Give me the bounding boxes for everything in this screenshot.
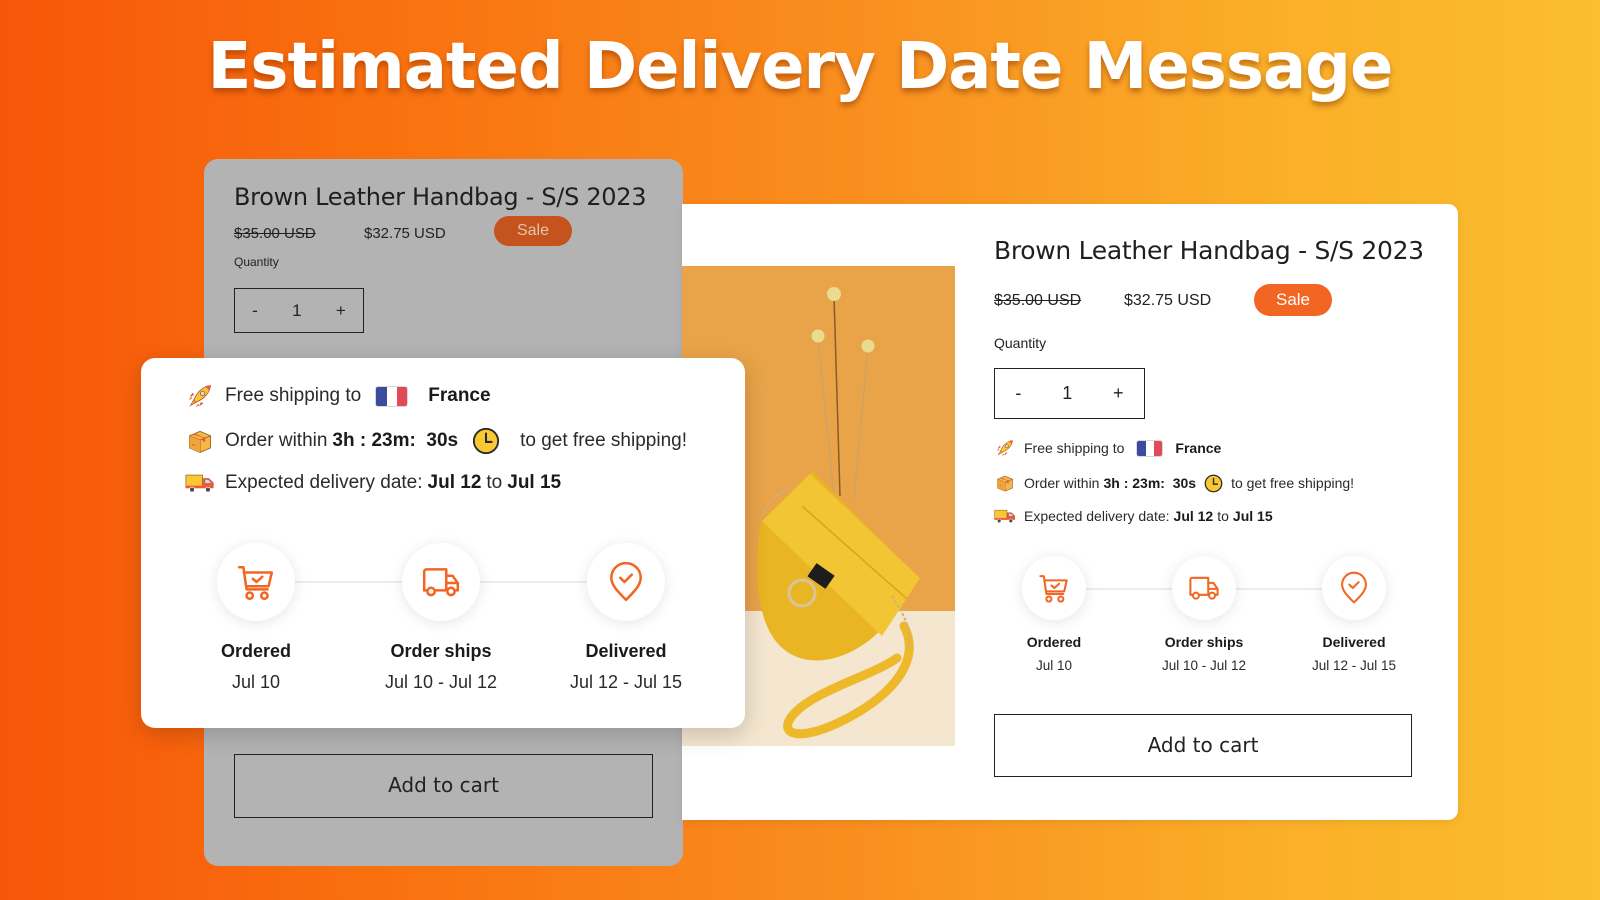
timeline-step-ordered: Ordered Jul 10 (994, 556, 1114, 673)
page-title: Estimated Delivery Date Message (207, 30, 1394, 104)
step-date: Jul 10 - Jul 12 (1161, 658, 1247, 673)
step-label: Ordered (1026, 634, 1082, 650)
quantity-stepper[interactable]: - 1 + (994, 368, 1145, 419)
free-shipping-text: Free shipping to (1024, 440, 1125, 456)
timeline-step-ships: Order ships Jul 10 - Jul 12 (1144, 556, 1264, 673)
original-price: $35.00 USD (234, 225, 316, 242)
step-label: Order ships (390, 641, 492, 661)
order-within-suffix: to get free shipping! (520, 430, 687, 451)
step-label: Delivered (585, 641, 667, 661)
decrement-button[interactable]: - (1015, 383, 1021, 404)
order-within-text: Order within (225, 430, 328, 451)
increment-button[interactable]: + (336, 301, 346, 321)
product-title: Brown Leather Handbag - S/S 2023 (994, 236, 1424, 265)
flag-france-icon (1136, 439, 1164, 457)
timeline-step-ordered: Ordered Jul 10 (181, 543, 331, 693)
delivery-timeline: Ordered Jul 10 Order ships Jul 10 - Jul … (994, 556, 1414, 673)
timeline-step-delivered: Delivered Jul 12 - Jul 15 (551, 543, 701, 693)
rocket-icon (994, 438, 1016, 458)
expected-delivery-text: Expected delivery date: (1024, 508, 1170, 524)
expected-delivery-message: Expected delivery date: Jul 12 to Jul 15 (994, 508, 1273, 524)
free-shipping-message: Free shipping to France (994, 438, 1221, 458)
sale-price: $32.75 USD (364, 225, 446, 242)
expected-delivery-text: Expected delivery date: (225, 472, 423, 493)
timeline-step-ships: Order ships Jul 10 - Jul 12 (366, 543, 516, 693)
expected-from-date: Jul 12 (1173, 508, 1214, 524)
package-box-icon (994, 473, 1016, 493)
step-date: Jul 12 - Jul 15 (1311, 658, 1397, 673)
quantity-value[interactable]: 1 (1062, 383, 1072, 404)
quantity-stepper[interactable]: - 1 + (234, 288, 364, 333)
delivery-timeline: Ordered Jul 10 Order ships Jul 10 - Jul … (181, 543, 701, 693)
expected-delivery-message: Expected delivery date: Jul 12 to Jul 15 (185, 472, 561, 494)
country-name: France (428, 385, 491, 406)
step-label: Delivered (1322, 634, 1386, 650)
truck-icon (420, 561, 462, 603)
add-to-cart-button[interactable]: Add to cart (994, 714, 1412, 777)
quantity-label: Quantity (234, 255, 279, 269)
quantity-value[interactable]: 1 (292, 301, 301, 321)
step-label: Ordered (220, 641, 292, 661)
clock-icon (472, 427, 500, 455)
step-label: Order ships (1164, 634, 1244, 650)
flag-france-icon (375, 385, 409, 407)
free-shipping-message: Free shipping to France (185, 382, 491, 410)
location-check-icon (605, 561, 647, 603)
expected-to-date: Jul 15 (507, 472, 562, 493)
countdown-timer: 3h : 23m: 30s (1103, 475, 1197, 491)
delivery-truck-icon (994, 508, 1016, 524)
sale-badge: Sale (494, 216, 572, 246)
location-check-icon (1337, 571, 1371, 605)
product-card: Brown Leather Handbag - S/S 2023 $35.00 … (682, 204, 1458, 820)
decrement-button[interactable]: - (252, 301, 258, 321)
truck-icon (1187, 571, 1221, 605)
delivery-message-popup: Free shipping to France Order within 3h … (141, 358, 745, 728)
add-to-cart-button[interactable]: Add to cart (234, 754, 653, 818)
cart-check-icon (1037, 571, 1071, 605)
quantity-label: Quantity (994, 335, 1047, 351)
countdown-timer: 3h : 23m: 30s (332, 430, 459, 451)
order-within-message: Order within 3h : 23m: 30s to get free s… (994, 473, 1354, 493)
to-word: to (486, 472, 503, 493)
timeline-step-delivered: Delivered Jul 12 - Jul 15 (1294, 556, 1414, 673)
sale-badge: Sale (1254, 284, 1332, 316)
clock-icon (1204, 474, 1223, 493)
step-date: Jul 10 (1035, 658, 1073, 673)
sale-price: $32.75 USD (1124, 292, 1212, 309)
order-within-suffix: to get free shipping! (1231, 475, 1355, 491)
step-date: Jul 10 - Jul 12 (384, 672, 498, 692)
country-name: France (1175, 440, 1222, 456)
rocket-icon (185, 382, 215, 410)
package-box-icon (185, 427, 215, 455)
expected-to-date: Jul 15 (1232, 508, 1273, 524)
increment-button[interactable]: + (1113, 383, 1124, 404)
to-word: to (1217, 508, 1229, 524)
original-price: $35.00 USD (994, 292, 1082, 309)
free-shipping-text: Free shipping to (225, 385, 362, 406)
order-within-text: Order within (1024, 475, 1100, 491)
cart-check-icon (235, 561, 277, 603)
product-title: Brown Leather Handbag - S/S 2023 (234, 183, 647, 211)
order-within-message: Order within 3h : 23m: 30s to get free s… (185, 427, 687, 455)
expected-from-date: Jul 12 (427, 472, 482, 493)
step-date: Jul 10 (231, 672, 281, 692)
step-date: Jul 12 - Jul 15 (569, 672, 683, 692)
delivery-truck-icon (185, 472, 215, 494)
